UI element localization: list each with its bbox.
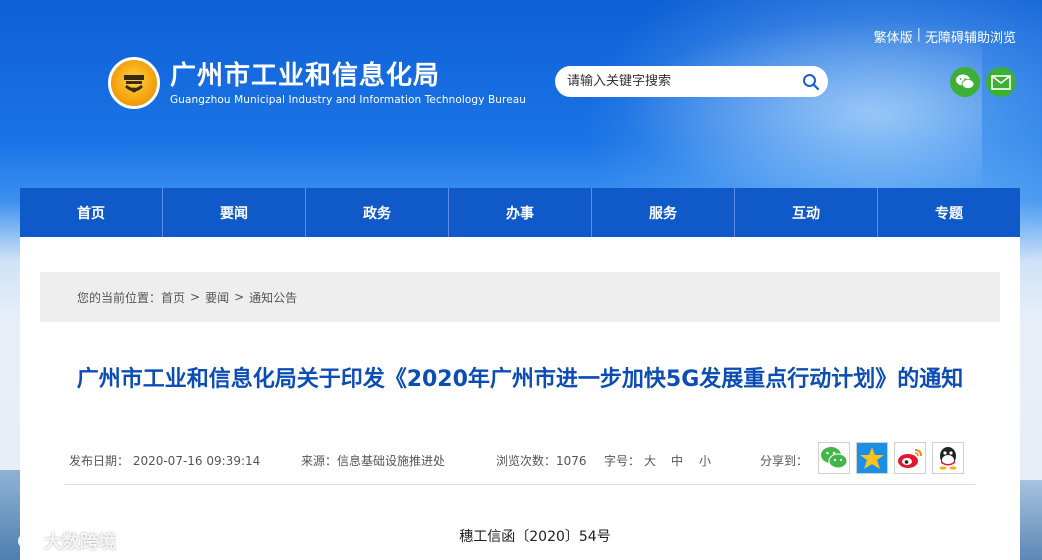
- breadcrumb-news[interactable]: 要闻: [205, 289, 229, 306]
- share-label: 分享到：: [760, 454, 809, 468]
- wechat-icon: [821, 447, 848, 469]
- share-weibo-button[interactable]: [894, 442, 926, 474]
- article-source: 来源：信息基础设施推进处: [301, 454, 446, 468]
- nav-services[interactable]: 服务: [592, 188, 735, 237]
- search-bar: [555, 66, 828, 97]
- nav-topics[interactable]: 专题: [878, 188, 1020, 237]
- main-nav: 首页 要闻 政务 办事 服务 互动 专题: [20, 188, 1020, 237]
- breadcrumb-separator: >: [234, 290, 245, 304]
- nav-government[interactable]: 政务: [306, 188, 449, 237]
- content-panel: 您的当前位置： 首页 > 要闻 > 通知公告 广州市工业和信息化局关于印发《20…: [20, 237, 1020, 560]
- mail-button[interactable]: [986, 67, 1016, 97]
- top-links-separator: |: [916, 27, 921, 42]
- breadcrumb-home[interactable]: 首页: [161, 289, 185, 306]
- qq-icon: [939, 447, 957, 470]
- breadcrumb-prefix: 您的当前位置：: [77, 290, 162, 305]
- mail-icon: [991, 74, 1011, 90]
- logo-subtitle: Guangzhou Municipal Industry and Informa…: [170, 93, 527, 106]
- wechat-icon: [956, 74, 975, 89]
- watermark-logo-icon: [18, 534, 40, 548]
- accessibility-link[interactable]: 无障碍辅助浏览: [925, 27, 1016, 46]
- search-icon: [803, 73, 820, 90]
- right-decoration: [1020, 480, 1042, 560]
- document-number: 穗工信函〔2020〕54号: [459, 529, 611, 545]
- font-size-medium[interactable]: 中: [671, 452, 683, 469]
- share-wechat-button[interactable]: [818, 442, 850, 474]
- weibo-icon: [898, 449, 922, 468]
- logo-title: 广州市工业和信息化局: [170, 60, 441, 91]
- traditional-chinese-link[interactable]: 繁体版: [874, 27, 913, 46]
- top-links: 繁体版 | 无障碍辅助浏览: [874, 27, 1016, 46]
- site-logo[interactable]: 广州市工业和信息化局 Guangzhou Municipal Industry …: [108, 57, 526, 109]
- font-size-large[interactable]: 大: [644, 452, 656, 469]
- nav-home[interactable]: 首页: [20, 188, 163, 237]
- share-qq-button[interactable]: [932, 442, 964, 474]
- nav-interaction[interactable]: 互动: [735, 188, 878, 237]
- search-button[interactable]: [794, 66, 828, 97]
- nav-news[interactable]: 要闻: [163, 188, 306, 237]
- search-input[interactable]: [567, 74, 794, 89]
- share-qzone-button[interactable]: [856, 442, 888, 474]
- meta-divider: [65, 484, 975, 485]
- bureau-emblem-icon: [108, 57, 160, 109]
- breadcrumb-separator: >: [190, 290, 201, 304]
- view-count: 浏览次数：1076: [496, 454, 587, 468]
- nav-services-affairs[interactable]: 办事: [449, 188, 592, 237]
- font-size-small[interactable]: 小: [699, 452, 711, 469]
- font-size-label: 字号：: [604, 454, 641, 468]
- breadcrumb: 您的当前位置： 首页 > 要闻 > 通知公告: [40, 272, 1000, 322]
- article-title: 广州市工业和信息化局关于印发《2020年广州市进一步加快5G发展重点行动计划》的…: [76, 367, 964, 392]
- qzone-icon: [860, 447, 884, 469]
- watermark-text: 大数跨境: [44, 532, 116, 553]
- breadcrumb-notices[interactable]: 通知公告: [249, 289, 297, 306]
- publish-date: 发布日期： 2020-07-16 09:39:14: [69, 454, 261, 468]
- watermark: 大数跨境: [18, 528, 116, 554]
- wechat-button[interactable]: [950, 67, 980, 97]
